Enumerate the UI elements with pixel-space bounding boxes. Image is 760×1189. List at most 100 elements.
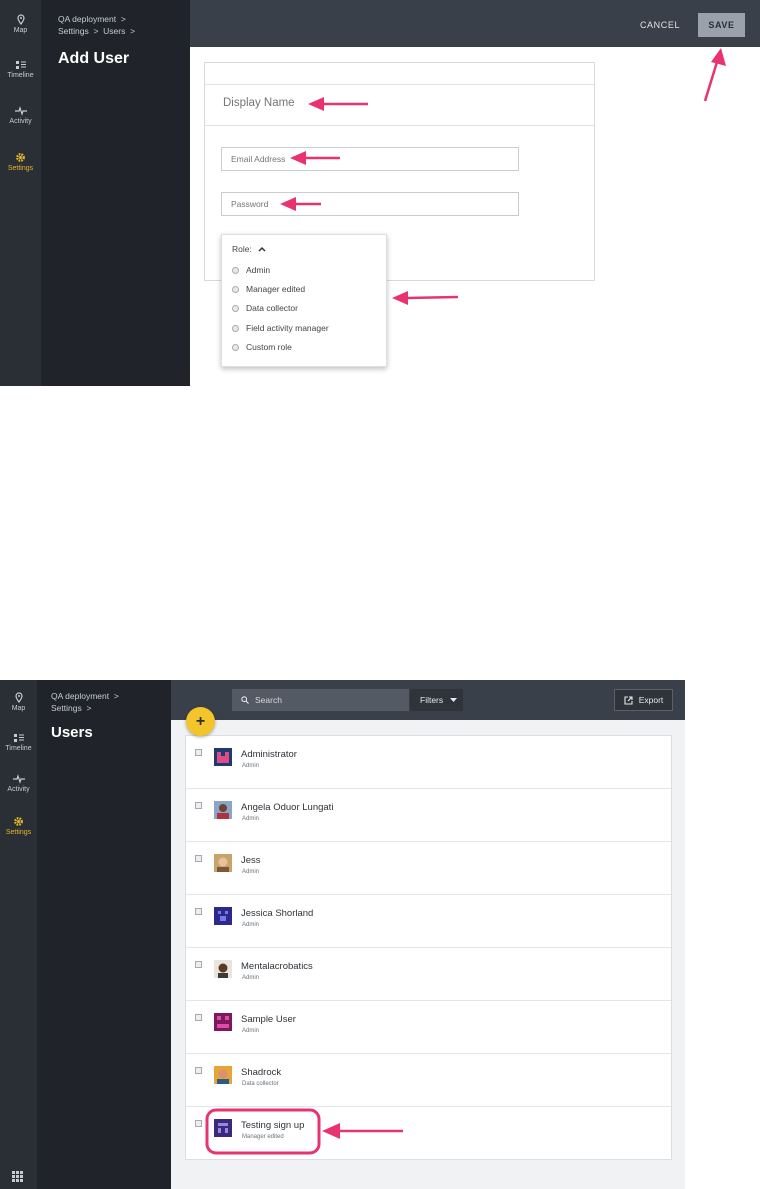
rail-label-map: Map	[13, 27, 28, 34]
row-checkbox[interactable]	[195, 1014, 202, 1021]
search-icon	[241, 696, 249, 704]
avatar	[214, 801, 232, 819]
radio-icon[interactable]	[232, 324, 239, 332]
list-item[interactable]: Mentalacrobatics Admin	[186, 948, 671, 1001]
role-option-custom-role[interactable]: Custom role	[232, 342, 292, 352]
row-checkbox[interactable]	[195, 908, 202, 915]
row-checkbox[interactable]	[195, 749, 202, 756]
user-name[interactable]: Jessica Shorland	[241, 908, 313, 919]
list-item[interactable]: Jessica Shorland Admin	[186, 895, 671, 948]
role-dropdown-header[interactable]: Role:	[232, 244, 266, 254]
list-item[interactable]: Shadrock Data collector	[186, 1054, 671, 1107]
role-option-manager-edited[interactable]: Manager edited	[232, 284, 305, 294]
display-name-row	[205, 85, 594, 126]
user-role: Admin	[242, 763, 260, 769]
user-role: Manager edited	[242, 1134, 284, 1140]
icon-rail: Map Timeline Activity Settings	[0, 680, 37, 1189]
breadcrumb-separator: >	[86, 703, 92, 713]
radio-icon[interactable]	[232, 343, 239, 351]
user-name[interactable]: Administrator	[241, 749, 297, 760]
rail-item-settings[interactable]: Settings	[0, 816, 37, 836]
list-item[interactable]: Sample User Admin	[186, 1001, 671, 1054]
display-name-input[interactable]	[223, 97, 423, 109]
search-input[interactable]	[255, 695, 395, 705]
gear-icon	[14, 817, 23, 826]
save-button[interactable]: SAVE	[698, 13, 745, 37]
role-option-admin[interactable]: Admin	[232, 265, 270, 275]
rail-label-settings: Settings	[7, 165, 34, 172]
role-option-data-collector[interactable]: Data collector	[232, 303, 298, 313]
rail-item-timeline[interactable]: Timeline	[0, 733, 37, 752]
breadcrumb-users[interactable]: Users	[103, 26, 125, 36]
row-checkbox[interactable]	[195, 855, 202, 862]
rail-item-timeline[interactable]: Timeline	[0, 60, 41, 79]
list-item[interactable]: Administrator Admin	[186, 736, 671, 789]
icon-rail: Map Timeline Activity Settings	[0, 0, 41, 386]
activity-icon	[14, 106, 27, 116]
password-field[interactable]	[221, 192, 519, 216]
radio-icon[interactable]	[232, 285, 239, 293]
rail-item-activity[interactable]: Activity	[0, 106, 41, 125]
form-header-strip	[205, 63, 594, 85]
radio-icon[interactable]	[232, 304, 239, 312]
user-name[interactable]: Mentalacrobatics	[241, 961, 313, 972]
role-option-field-activity-manager[interactable]: Field activity manager	[232, 323, 329, 333]
user-name[interactable]: Sample User	[241, 1014, 296, 1025]
gear-icon	[16, 153, 25, 162]
breadcrumb-deployment[interactable]: QA deployment	[58, 14, 116, 24]
map-pin-icon	[16, 14, 25, 25]
user-role: Data collector	[242, 1081, 279, 1087]
add-user-screenshot: Map Timeline Activity Settings QA deploy…	[0, 0, 760, 386]
role-option-label: Field activity manager	[246, 323, 329, 333]
role-dropdown[interactable]: Role: Admin Manager edited Data collecto…	[221, 234, 387, 367]
list-item[interactable]: Jess Admin	[186, 842, 671, 895]
users-screenshot: Map Timeline Activity Settings QA deploy…	[0, 680, 685, 1189]
role-option-label: Manager edited	[246, 284, 306, 294]
email-field[interactable]	[221, 147, 519, 171]
settings-nav-panel: QA deployment > Settings > Users	[37, 680, 171, 1189]
settings-nav-panel: QA deployment > Settings > Users > Add U…	[41, 0, 190, 386]
user-name[interactable]: Shadrock	[241, 1067, 281, 1078]
rail-item-activity[interactable]: Activity	[0, 774, 37, 793]
breadcrumb: QA deployment > Settings >	[51, 690, 119, 714]
add-user-button[interactable]: +	[186, 707, 215, 736]
breadcrumb-settings[interactable]: Settings	[51, 703, 82, 713]
avatar	[214, 1119, 232, 1137]
rail-item-settings[interactable]: Settings	[0, 152, 41, 172]
rail-label-timeline: Timeline	[7, 72, 34, 79]
timeline-icon	[15, 61, 26, 69]
rail-label-settings: Settings	[5, 829, 32, 836]
list-item[interactable]: Testing sign up Manager edited	[186, 1107, 671, 1160]
avatar	[214, 1013, 232, 1031]
cancel-button[interactable]: CANCEL	[632, 15, 688, 35]
user-name[interactable]: Testing sign up	[241, 1120, 304, 1131]
rail-item-map[interactable]: Map	[0, 14, 41, 34]
row-checkbox[interactable]	[195, 1120, 202, 1127]
role-option-label: Custom role	[246, 342, 292, 352]
row-checkbox[interactable]	[195, 1067, 202, 1074]
chevron-down-icon	[449, 698, 457, 702]
export-button[interactable]: Export	[614, 689, 673, 711]
export-label: Export	[638, 695, 664, 705]
page-title: Users	[51, 724, 93, 741]
breadcrumb-separator: >	[120, 14, 126, 24]
user-name[interactable]: Jess	[241, 855, 261, 866]
user-name[interactable]: Angela Oduor Lungati	[241, 802, 333, 813]
row-checkbox[interactable]	[195, 802, 202, 809]
list-item[interactable]: Angela Oduor Lungati Admin	[186, 789, 671, 842]
breadcrumb: QA deployment > Settings > Users >	[58, 13, 135, 37]
filters-button[interactable]: Filters	[410, 689, 463, 711]
breadcrumb-separator: >	[93, 26, 99, 36]
row-checkbox[interactable]	[195, 961, 202, 968]
breadcrumb-separator: >	[130, 26, 136, 36]
rail-item-map[interactable]: Map	[0, 692, 37, 712]
users-list: Administrator Admin Angela Oduor Lungati…	[185, 735, 672, 1160]
radio-icon[interactable]	[232, 266, 239, 274]
app-grid-icon[interactable]	[12, 1171, 23, 1182]
filters-label: Filters	[420, 695, 444, 705]
breadcrumb-settings[interactable]: Settings	[58, 26, 89, 36]
rail-label-timeline: Timeline	[5, 745, 32, 752]
breadcrumb-deployment[interactable]: QA deployment	[51, 691, 109, 701]
search-box[interactable]	[232, 689, 409, 711]
rail-label-activity: Activity	[7, 786, 30, 793]
